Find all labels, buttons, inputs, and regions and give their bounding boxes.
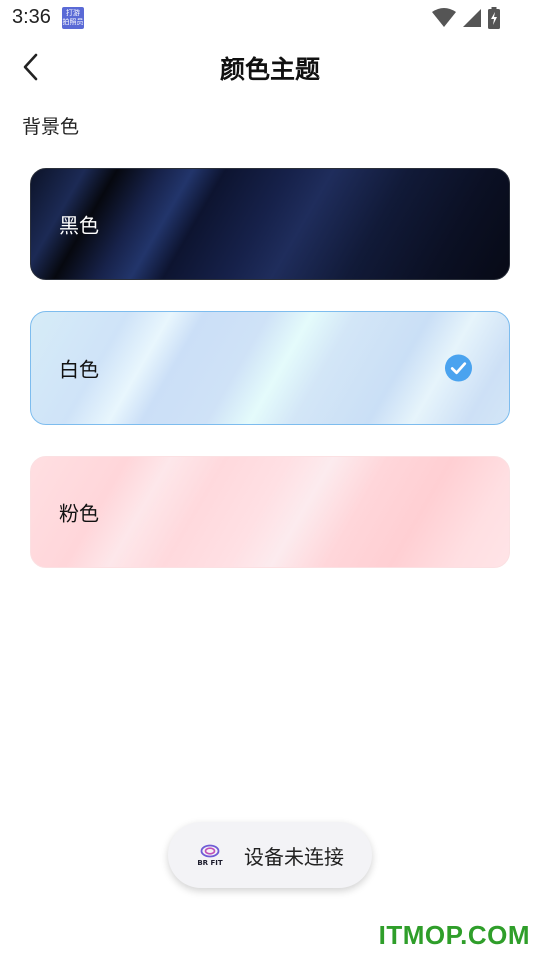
- brand-logo: BR FIT: [196, 841, 224, 869]
- theme-option-white[interactable]: 白色: [30, 311, 510, 425]
- app-notification-icon: 打游 拍照员: [62, 7, 84, 29]
- signal-icon: [463, 9, 481, 27]
- battery-charging-icon: [488, 7, 500, 29]
- theme-option-label: 白色: [59, 357, 99, 382]
- device-status-text: 设备未连接: [244, 844, 344, 869]
- section-label: 背景色: [22, 116, 80, 138]
- wifi-icon: [432, 8, 456, 27]
- page-title: 颜色主题: [219, 55, 320, 84]
- status-bar: 3:36 打游 拍照员: [0, 0, 540, 36]
- brand-logo-text: BR FIT: [197, 858, 223, 867]
- header: 颜色主题: [0, 40, 540, 94]
- theme-option-pink[interactable]: 粉色: [30, 456, 510, 568]
- status-time: 3:36: [12, 6, 51, 28]
- brand-swirl-icon: [200, 844, 220, 857]
- app-icon-text-line: 拍照员: [62, 18, 84, 26]
- device-status-toast: BR FIT 设备未连接: [168, 822, 372, 888]
- app-icon-text-line: 打游: [66, 9, 80, 17]
- status-icons: [432, 7, 500, 29]
- theme-option-label: 黑色: [59, 213, 99, 238]
- theme-option-black[interactable]: 黑色: [30, 168, 510, 280]
- theme-option-label: 粉色: [59, 501, 99, 526]
- watermark: ITMOP.COM: [378, 920, 530, 950]
- selected-check-icon: [444, 354, 473, 382]
